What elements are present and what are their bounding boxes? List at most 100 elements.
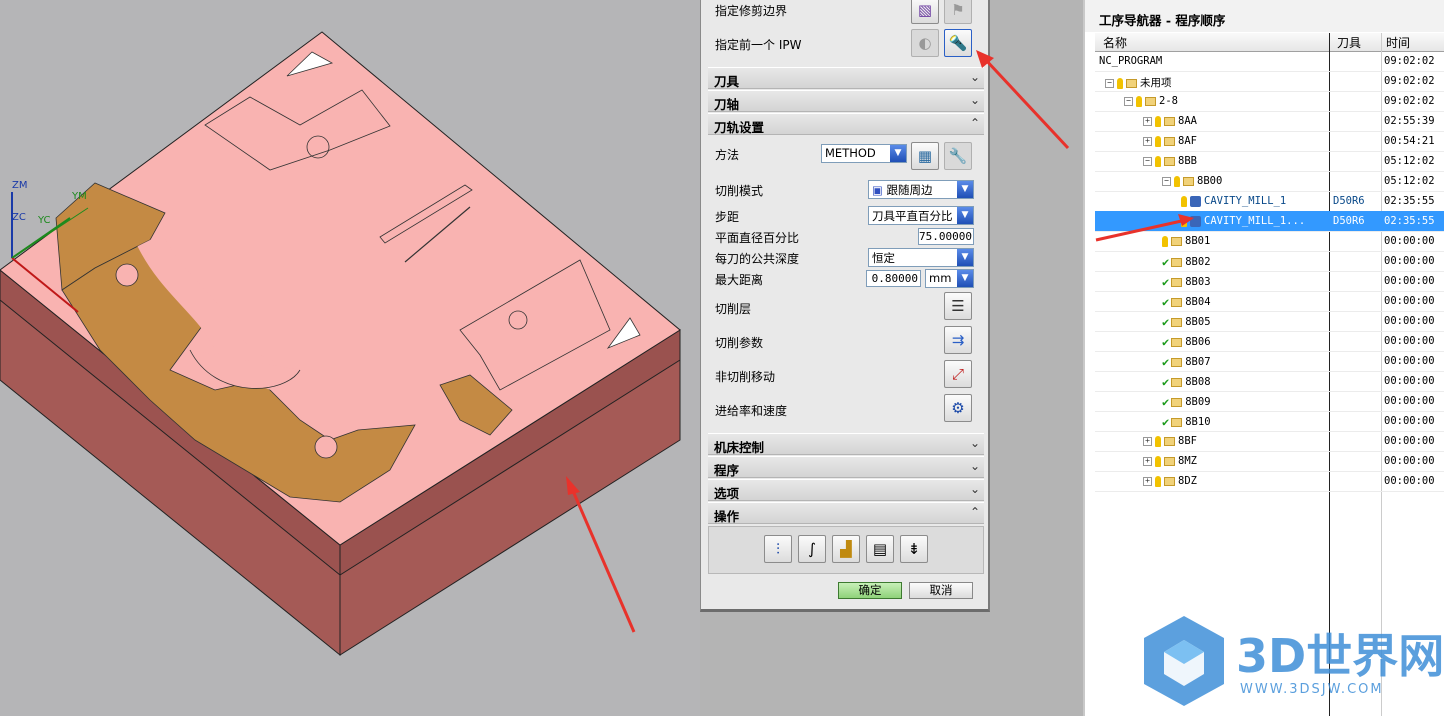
navigator-row[interactable]: − 未用项 09:02:02 xyxy=(1095,71,1444,92)
cancel-button[interactable]: 取消 xyxy=(909,582,973,599)
chevron-down-icon: ⌄ xyxy=(969,459,980,473)
navigator-row[interactable]: ✔ 8B05 00:00:00 xyxy=(1095,311,1444,332)
navigator-row[interactable]: − 8BB 05:12:02 xyxy=(1095,151,1444,172)
section-actions-label: 操作 xyxy=(714,509,740,524)
expand-toggle-icon[interactable]: + xyxy=(1143,436,1152,446)
cut-pattern-select[interactable]: ▣ 跟随周边 ▼ xyxy=(868,180,974,199)
program-folder-icon xyxy=(1171,277,1183,287)
row-name: − 2-8 xyxy=(1124,95,1178,107)
expand-toggle-icon[interactable]: − xyxy=(1124,96,1133,106)
specify-prev-ipw-button[interactable]: 🔦 xyxy=(944,29,972,57)
row-name-text: 8B06 xyxy=(1185,336,1211,348)
feeds-button[interactable]: ⚙ xyxy=(944,394,972,422)
action-toolbar: ⫶ ∫ ▟ ▤ ⇟ xyxy=(708,526,984,574)
chevron-down-icon: ⌄ xyxy=(969,436,980,450)
percent-input[interactable]: 75.00000 xyxy=(918,228,974,245)
navigator-row[interactable]: ✔ 8B07 00:00:00 xyxy=(1095,351,1444,372)
replay-button[interactable]: ∫ xyxy=(798,535,826,563)
ipw-display-button[interactable]: ◐ xyxy=(911,29,939,57)
navigator-row[interactable]: ✔ 8B08 00:00:00 xyxy=(1095,371,1444,392)
section-axis[interactable]: 刀轴 ⌄ xyxy=(708,90,984,112)
method-edit-button[interactable]: 🔧 xyxy=(944,142,972,170)
section-tool[interactable]: 刀具 ⌄ xyxy=(708,67,984,89)
max-dist-unit-value: mm xyxy=(929,271,952,285)
section-machine-control[interactable]: 机床控制 ⌄ xyxy=(708,433,984,455)
flashlight-disabled-button[interactable]: ⚑ xyxy=(944,0,972,24)
expand-toggle-icon[interactable]: + xyxy=(1143,136,1152,146)
row-time: 00:00:00 xyxy=(1384,395,1435,407)
column-name-header[interactable]: 名称 xyxy=(1103,34,1127,51)
ok-button[interactable]: 确定 xyxy=(838,582,902,599)
navigator-row[interactable]: +8AF 00:54:21 xyxy=(1095,131,1444,152)
expand-toggle-icon[interactable]: + xyxy=(1143,456,1152,466)
check-icon: ✔ xyxy=(1162,395,1170,409)
row-name: − 8B00 xyxy=(1162,175,1222,187)
navigator-row[interactable]: +8AA 02:55:39 xyxy=(1095,111,1444,132)
navigator-row[interactable]: ✔ 8B04 00:00:00 xyxy=(1095,291,1444,312)
specify-trim-boundary-button[interactable]: ▧ xyxy=(911,0,939,24)
row-name-text: 8B10 xyxy=(1185,416,1211,428)
navigator-row[interactable]: ✔ 8B10 00:00:00 xyxy=(1095,411,1444,432)
cut-levels-button[interactable]: ☰ xyxy=(944,292,972,320)
post-button[interactable]: ⇟ xyxy=(900,535,928,563)
non-cut-button[interactable]: ⤢ xyxy=(944,360,972,388)
section-path-settings[interactable]: 刀轨设置 ⌃ xyxy=(708,113,984,135)
depth-value: 恒定 xyxy=(872,251,895,265)
cut-pattern-value: 跟随周边 xyxy=(886,183,933,197)
check-icon: ✔ xyxy=(1162,295,1170,309)
stepover-select[interactable]: 刀具平直百分比 ▼ xyxy=(868,206,974,225)
navigator-row[interactable]: +8BF 00:00:00 xyxy=(1095,431,1444,452)
section-program[interactable]: 程序 ⌄ xyxy=(708,456,984,478)
row-name: ✔ 8B05 xyxy=(1162,315,1211,329)
expand-toggle-icon[interactable]: + xyxy=(1143,476,1152,486)
axis-zm-label: ZM xyxy=(12,180,27,191)
check-icon: ✔ xyxy=(1162,375,1170,389)
row-time: 00:00:00 xyxy=(1384,295,1435,307)
verify-button[interactable]: ▟ xyxy=(832,535,860,563)
max-dist-input[interactable]: 0.80000 xyxy=(866,270,921,287)
navigator-header: 名称 刀具 时间 xyxy=(1095,33,1444,52)
program-folder-icon xyxy=(1171,377,1183,387)
navigator-row[interactable]: NC_PROGRAM 09:02:02 xyxy=(1095,51,1444,72)
section-actions[interactable]: 操作 ⌃ xyxy=(708,502,984,524)
dropdown-arrow-icon: ▼ xyxy=(957,270,973,287)
check-icon: ✔ xyxy=(1162,255,1170,269)
navigator-row[interactable]: ✔ 8B03 00:00:00 xyxy=(1095,271,1444,292)
method-label: 方法 xyxy=(715,148,740,162)
method-create-button[interactable]: ▦ xyxy=(911,142,939,170)
row-name: ✔ 8B10 xyxy=(1162,415,1211,429)
max-dist-unit-select[interactable]: mm ▼ xyxy=(925,269,974,288)
status-bulb-icon xyxy=(1155,155,1161,167)
navigator-row[interactable]: − 8B00 05:12:02 xyxy=(1095,171,1444,192)
list-button[interactable]: ▤ xyxy=(866,535,894,563)
row-name-text: 8B04 xyxy=(1185,296,1211,308)
navigator-row[interactable]: ✔ 8B02 00:00:00 xyxy=(1095,251,1444,272)
graphics-viewport[interactable]: ZM ZC YC YM xyxy=(0,0,700,716)
method-icon: ▦ xyxy=(917,147,933,165)
navigator-row[interactable]: +8MZ 00:00:00 xyxy=(1095,451,1444,472)
status-bulb-icon xyxy=(1155,115,1161,127)
program-folder-icon xyxy=(1126,78,1137,88)
navigator-row[interactable]: +8DZ 00:00:00 xyxy=(1095,471,1444,492)
depth-select[interactable]: 恒定 ▼ xyxy=(868,248,974,267)
cut-params-button[interactable]: ⇉ xyxy=(944,326,972,354)
method-select[interactable]: METHOD ▼ xyxy=(821,144,907,163)
navigator-row[interactable]: − 2-8 09:02:02 xyxy=(1095,91,1444,112)
verify-icon: ▟ xyxy=(840,540,852,558)
navigator-row[interactable]: ✔ 8B06 00:00:00 xyxy=(1095,331,1444,352)
column-tool-header[interactable]: 刀具 xyxy=(1337,34,1361,51)
check-icon: ✔ xyxy=(1162,355,1170,369)
row-time: 00:00:00 xyxy=(1384,435,1435,447)
column-time-header[interactable]: 时间 xyxy=(1386,34,1410,51)
section-options[interactable]: 选项 ⌄ xyxy=(708,479,984,501)
expand-toggle-icon[interactable]: − xyxy=(1105,78,1114,88)
expand-toggle-icon[interactable]: + xyxy=(1143,116,1152,126)
expand-toggle-icon[interactable]: − xyxy=(1143,156,1152,166)
expand-toggle-icon[interactable]: − xyxy=(1162,176,1171,186)
chevron-down-icon: ⌄ xyxy=(969,482,980,496)
watermark-name: 3D世界网 xyxy=(1236,629,1444,683)
generate-button[interactable]: ⫶ xyxy=(764,535,792,563)
status-bulb-icon xyxy=(1174,175,1180,187)
navigator-row[interactable]: ✔ 8B09 00:00:00 xyxy=(1095,391,1444,412)
dropdown-arrow-icon: ▼ xyxy=(957,207,973,224)
